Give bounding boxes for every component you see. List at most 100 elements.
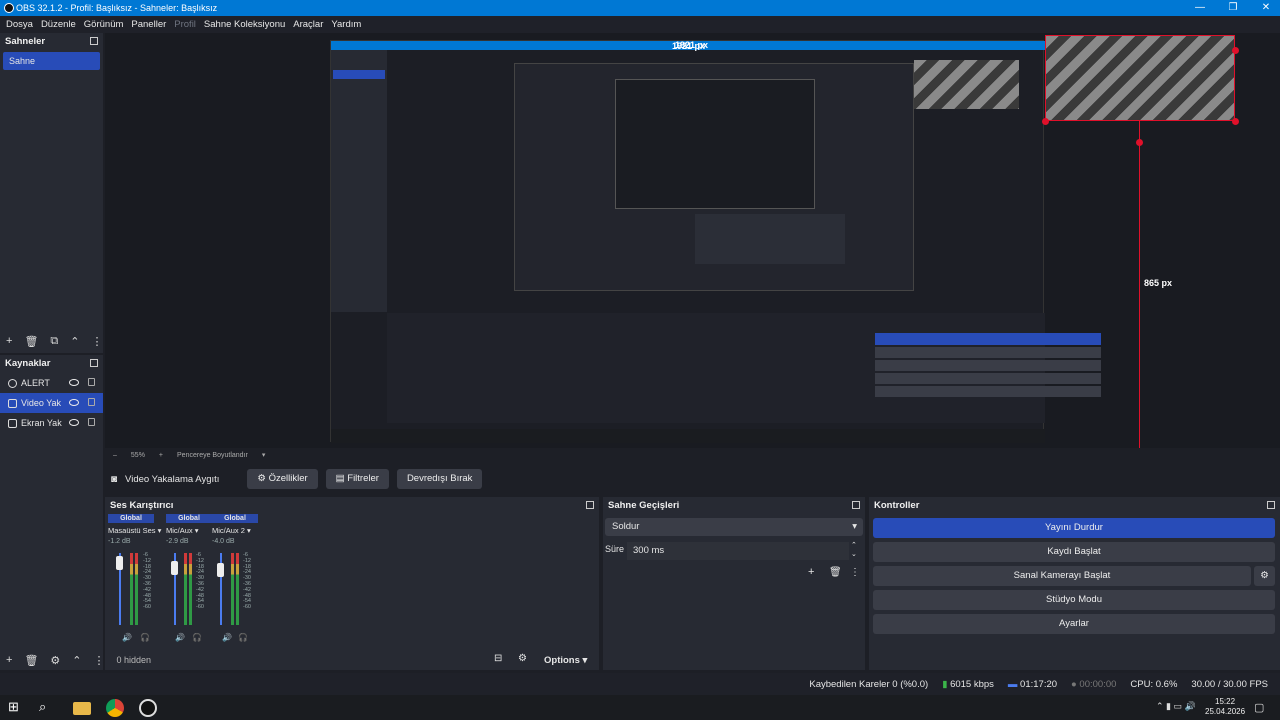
- clock[interactable]: 15:22 25.04.2026: [1205, 697, 1245, 717]
- studio-mode-button[interactable]: Stüdyo Modu: [873, 590, 1275, 610]
- preview-canvas[interactable]: 1921 px 1921 px 865 px: [105, 33, 1280, 448]
- level-meter: [236, 553, 239, 625]
- remove-scene-icon[interactable]: 🗑: [24, 335, 38, 348]
- menu-profil[interactable]: Profil: [174, 19, 196, 30]
- more-icon[interactable]: ⋮: [850, 567, 860, 578]
- chevron-down-icon: ▾: [852, 521, 857, 532]
- volume-fader-knob[interactable]: [116, 556, 123, 570]
- menu-sahne-koleksiyonu[interactable]: Sahne Koleksiyonu: [204, 19, 285, 30]
- headphones-icon[interactable]: 🎧: [238, 633, 248, 642]
- filter-icon: ▤: [335, 473, 348, 484]
- folder-icon[interactable]: [73, 702, 91, 715]
- scene-item[interactable]: Sahne: [3, 52, 100, 70]
- duration-input[interactable]: 300 ms: [627, 542, 849, 560]
- add-transition-icon[interactable]: +: [808, 566, 814, 578]
- search-icon[interactable]: ⌕: [39, 699, 57, 717]
- add-scene-icon[interactable]: +: [6, 335, 12, 347]
- float-dock-icon[interactable]: [852, 501, 860, 509]
- eye-icon[interactable]: [69, 399, 79, 406]
- settings-button[interactable]: Ayarlar: [873, 614, 1275, 634]
- gear-icon[interactable]: ⚙: [1254, 566, 1275, 586]
- windows-start-icon[interactable]: ⊞: [8, 699, 26, 717]
- filters-button[interactable]: ▤ Filtreler: [325, 469, 389, 489]
- lock-icon[interactable]: [88, 398, 95, 406]
- tray-icons[interactable]: ⌃ ▮ ▭ 🔊: [1156, 701, 1196, 712]
- float-dock-icon[interactable]: [90, 37, 98, 45]
- headphones-icon[interactable]: 🎧: [192, 633, 202, 642]
- gear-icon[interactable]: ⚙: [50, 654, 60, 667]
- transitions-title: Sahne Geçişleri: [603, 497, 865, 514]
- menu-yardim[interactable]: Yardım: [331, 19, 361, 30]
- cpu-usage: CPU: 0.6%: [1130, 678, 1178, 690]
- float-dock-icon[interactable]: [586, 501, 594, 509]
- maximize-button[interactable]: ❐: [1216, 0, 1250, 16]
- source-item-alert[interactable]: ALERT: [0, 373, 103, 393]
- headphones-icon[interactable]: 🎧: [140, 633, 150, 642]
- chrome-icon[interactable]: [106, 699, 124, 717]
- dropped-frames: Kaybedilen Kareler 0 (%0.0): [809, 678, 929, 690]
- eye-icon[interactable]: [69, 419, 79, 426]
- start-recording-button[interactable]: Kaydı Başlat: [873, 542, 1275, 562]
- move-up-icon[interactable]: ⌃: [70, 335, 79, 348]
- zoom-value: 55%: [130, 451, 145, 459]
- eye-icon[interactable]: [69, 379, 79, 386]
- volume-fader-knob[interactable]: [171, 561, 178, 575]
- channel-name[interactable]: Mic/Aux ▾: [166, 526, 212, 535]
- zoom-in-icon[interactable]: +: [159, 452, 163, 459]
- more-icon[interactable]: ⋮: [91, 335, 102, 348]
- transitions-dock: Sahne Geçişleri Soldur ▾ Süre 300 ms ⌃ ⌄ +…: [603, 497, 865, 670]
- lock-icon[interactable]: [88, 418, 95, 426]
- obs-logo-icon: [4, 3, 14, 13]
- menu-gorunum[interactable]: Görünüm: [84, 19, 124, 30]
- channel-name[interactable]: Mic/Aux 2 ▾: [212, 526, 258, 535]
- menu-araclar[interactable]: Araçlar: [293, 19, 323, 30]
- more-icon[interactable]: ⋮: [94, 654, 105, 667]
- zoom-mode[interactable]: Pencereye Boyutlandır: [177, 452, 248, 459]
- menu-dosya[interactable]: Dosya: [6, 19, 33, 30]
- transition-select[interactable]: Soldur ▾: [605, 518, 863, 536]
- layout-icon[interactable]: ⊟: [494, 653, 502, 664]
- speaker-icon[interactable]: 🔊: [122, 633, 132, 642]
- zoom-out-icon[interactable]: –: [113, 452, 117, 459]
- speaker-icon[interactable]: 🔊: [175, 633, 185, 642]
- stop-stream-button[interactable]: Yayını Durdur: [873, 518, 1275, 538]
- resize-handle[interactable]: [1042, 118, 1049, 125]
- filters-icon[interactable]: ⧉: [50, 335, 58, 348]
- close-button[interactable]: ✕: [1249, 0, 1280, 16]
- obs-icon[interactable]: [139, 699, 157, 717]
- source-item-screen[interactable]: Ekran Yak: [0, 413, 103, 433]
- source-label: Video Yak: [21, 398, 62, 408]
- remove-transition-icon[interactable]: 🗑: [829, 567, 842, 578]
- level-meter: [184, 553, 187, 625]
- speaker-icon[interactable]: 🔊: [222, 633, 232, 642]
- float-dock-icon[interactable]: [90, 359, 98, 367]
- mixer-title: Ses Karıştırıcı: [105, 497, 599, 514]
- move-up-icon[interactable]: ⌃: [72, 654, 81, 667]
- start-virtual-camera-button[interactable]: Sanal Kamerayı Başlat: [873, 566, 1251, 586]
- nested-docks: [387, 313, 1101, 423]
- properties-button[interactable]: ⚙ Özellikler: [247, 469, 318, 489]
- source-item-video[interactable]: Video Yak: [0, 393, 103, 413]
- channel-name[interactable]: Masaüstü Ses ▾: [108, 526, 161, 535]
- duration-stepper[interactable]: ⌃ ⌄: [851, 541, 857, 559]
- advanced-audio-icon[interactable]: ⚙: [518, 653, 527, 664]
- float-dock-icon[interactable]: [1267, 501, 1275, 509]
- deactivate-button[interactable]: Devredışı Bırak: [396, 469, 483, 489]
- resize-handle[interactable]: [1232, 118, 1239, 125]
- level-meter: [231, 553, 234, 625]
- notification-icon[interactable]: ▢: [1254, 701, 1264, 714]
- minimize-button[interactable]: —: [1183, 0, 1217, 16]
- remove-source-icon[interactable]: 🗑: [24, 654, 38, 667]
- lock-icon[interactable]: [88, 378, 95, 386]
- resize-handle[interactable]: [1232, 47, 1239, 54]
- menu-duzenle[interactable]: Düzenle: [41, 19, 76, 30]
- fps: 30.00 / 30.00 FPS: [1191, 678, 1268, 690]
- volume-fader-knob[interactable]: [217, 563, 224, 577]
- menu-paneller[interactable]: Paneller: [131, 19, 166, 30]
- guide-handle[interactable]: [1136, 139, 1143, 146]
- chevron-down-icon[interactable]: ▾: [262, 451, 266, 459]
- options-button[interactable]: Options ▾: [544, 655, 587, 666]
- nested-preview: [514, 63, 914, 291]
- add-source-icon[interactable]: +: [6, 654, 12, 666]
- channel-db: -4.0 dB: [212, 538, 235, 545]
